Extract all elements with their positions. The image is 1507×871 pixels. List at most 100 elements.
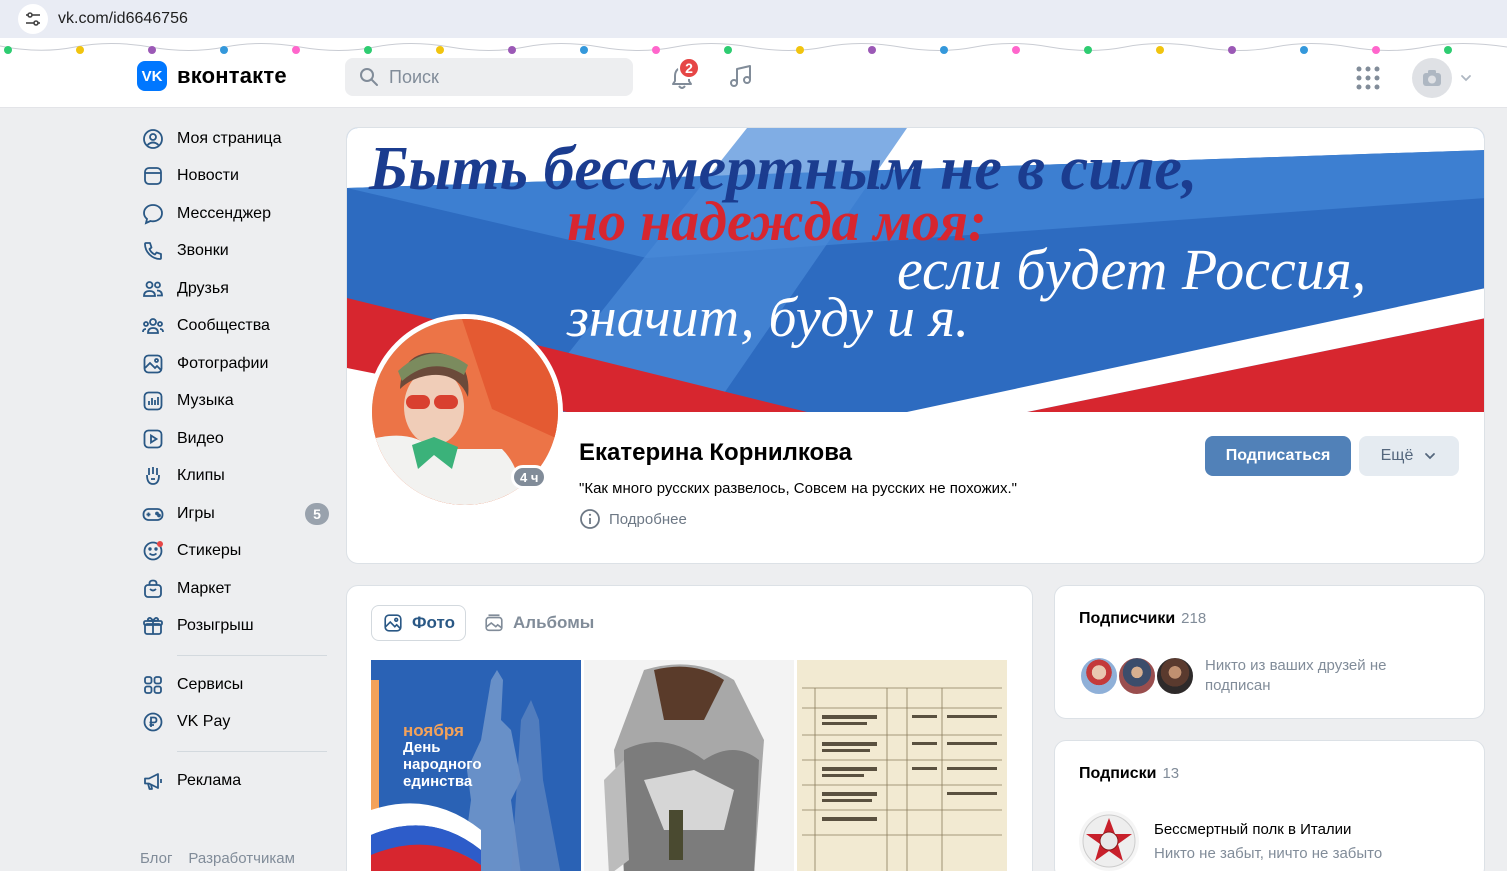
nav-item-news[interactable]: Новости: [137, 158, 337, 196]
nav-item-calls[interactable]: Звонки: [137, 233, 337, 271]
subscribers-title[interactable]: Подписчики 218: [1079, 610, 1206, 628]
nav-divider: [177, 751, 327, 752]
subscriber-avatar[interactable]: [1079, 656, 1119, 696]
subscriber-avatar[interactable]: [1117, 656, 1157, 696]
games-icon: [142, 507, 164, 521]
photo-archive-document: [797, 660, 1007, 871]
following-title-text: Подписки: [1079, 765, 1157, 782]
search-box[interactable]: [345, 58, 633, 96]
nav-item-label: Сервисы: [177, 675, 244, 693]
apps-grid-icon[interactable]: [1356, 66, 1380, 90]
nav-item-stickers[interactable]: Стикеры: [137, 533, 337, 571]
nav-item-music[interactable]: Музыка: [137, 383, 337, 421]
group-name[interactable]: Бессмертный полк в Италии: [1154, 821, 1351, 838]
gift-icon: [143, 617, 163, 636]
tab-albums-label: Альбомы: [513, 613, 595, 632]
subscribers-note: Никто из ваших друзей не подписан: [1205, 657, 1387, 694]
user-circle-icon: [143, 128, 163, 149]
phone-icon: [144, 242, 162, 261]
garland-decoration: [0, 43, 1507, 54]
account-avatar[interactable]: [1412, 58, 1452, 98]
search-icon: [360, 68, 378, 86]
nav-item-label: Видео: [177, 429, 224, 447]
nav-item-label: Новости: [177, 167, 239, 185]
nav-item-label: Музыка: [177, 392, 234, 410]
nav-item-services[interactable]: Сервисы: [137, 666, 337, 704]
photo-icon: [384, 614, 402, 632]
photo-icon: [143, 354, 163, 374]
subscribers-title-text: Подписчики: [1079, 610, 1176, 627]
music-icon[interactable]: [727, 63, 755, 91]
subscriber-avatar[interactable]: [1155, 656, 1195, 696]
profile-details-link[interactable]: Подробнее: [579, 508, 687, 530]
nav-divider: [177, 655, 327, 656]
photo-caption-line2: народного: [403, 756, 482, 773]
vk-logo-text: вконтакте: [177, 63, 287, 88]
site-settings-icon[interactable]: [18, 4, 48, 34]
vk-logo[interactable]: VK вконтакте: [137, 61, 287, 91]
nav-item-label: Мессенджер: [177, 204, 271, 222]
following-card: Подписки 13 Бессмертный полк в Италии Ник…: [1054, 740, 1485, 871]
nav-item-messenger[interactable]: Мессенджер: [137, 195, 337, 233]
photo-caption-line1: День: [403, 739, 441, 756]
browser-address-bar: vk.com/id6646756: [0, 0, 1507, 38]
last-seen-badge: 4 ч: [511, 465, 548, 489]
nav-item-label: Игры: [177, 504, 215, 522]
subscribe-button[interactable]: Подписаться: [1205, 436, 1351, 476]
nav-item-label: Звонки: [177, 242, 229, 260]
chevron-down-icon[interactable]: [1460, 72, 1472, 84]
search-input[interactable]: [389, 66, 609, 88]
games-count-badge: 5: [305, 503, 329, 525]
nav-item-clips[interactable]: Клипы: [137, 458, 337, 496]
nav-item-my-page[interactable]: Моя страница: [137, 120, 337, 158]
cover-line-4: значит, буду и я.: [567, 287, 970, 349]
nav-item-communities[interactable]: Сообщества: [137, 308, 337, 346]
nav-item-games[interactable]: Игры 5: [137, 495, 337, 533]
more-actions-button[interactable]: Ещё: [1359, 436, 1459, 476]
nav-item-label: Фотографии: [177, 354, 269, 372]
footer-link-developers[interactable]: Разработчикам: [188, 850, 294, 867]
nav-item-giveaway[interactable]: Розыгрыш: [137, 608, 337, 646]
more-actions-label: Ещё: [1380, 447, 1414, 464]
friends-icon: [143, 280, 163, 297]
following-title[interactable]: Подписки 13: [1079, 765, 1179, 783]
nav-item-label: Маркет: [177, 579, 232, 597]
footer-link-blog[interactable]: Блог: [140, 850, 172, 867]
stickers-icon: [143, 541, 163, 561]
profile-status: "Как много русских развелось, Совсем на …: [579, 480, 1017, 497]
notifications-badge: 2: [678, 57, 700, 79]
following-count: 13: [1162, 765, 1180, 782]
address-url[interactable]: vk.com/id6646756: [58, 10, 188, 28]
group-description: Никто не забыт, ничто не забыто: [1154, 845, 1383, 862]
photo-caption-month: ноября: [403, 721, 464, 740]
video-icon: [143, 429, 163, 449]
top-header: VK вконтакте 2: [0, 38, 1507, 108]
nav-item-photos[interactable]: Фотографии: [137, 345, 337, 383]
left-nav: Моя страница Новости Мессенджер Звонки Д…: [137, 120, 337, 800]
photo-embrace-drawing: [584, 660, 794, 871]
group-avatar[interactable]: [1079, 811, 1139, 871]
tab-photos[interactable]: Фото: [371, 605, 466, 641]
photos-card: Фото Альбомы ноября День народного единс…: [346, 585, 1033, 871]
profile-details-label: Подробнее: [609, 510, 687, 528]
photo-thumbnail[interactable]: [584, 660, 794, 871]
nav-item-market[interactable]: Маркет: [137, 570, 337, 608]
vk-logo-mark: VK: [137, 61, 167, 91]
services-icon: [144, 675, 162, 694]
nav-item-friends[interactable]: Друзья: [137, 270, 337, 308]
info-icon: [580, 509, 600, 529]
nav-item-video[interactable]: Видео: [137, 420, 337, 458]
tab-albums[interactable]: Альбомы: [473, 605, 604, 641]
photo-caption-line3: единства: [403, 773, 473, 790]
nav-item-vkpay[interactable]: VK Pay: [137, 704, 337, 742]
nav-item-ads[interactable]: Реклама: [137, 762, 337, 800]
nav-item-label: Стикеры: [177, 542, 242, 560]
nav-footer: Блог Разработчикам: [140, 850, 295, 867]
clips-icon: [146, 467, 160, 486]
photo-thumbnail[interactable]: [797, 660, 1007, 871]
red-star-emblem-icon: [1082, 814, 1136, 868]
nav-item-label: Сообщества: [177, 317, 270, 335]
photo-thumbnail[interactable]: ноября День народного единства: [371, 660, 581, 871]
nav-item-label: Друзья: [177, 279, 229, 297]
market-icon: [144, 579, 162, 598]
